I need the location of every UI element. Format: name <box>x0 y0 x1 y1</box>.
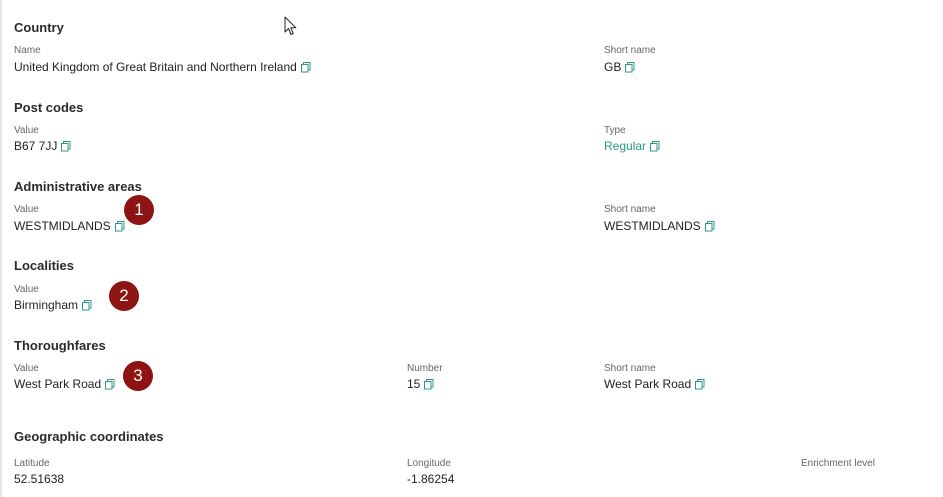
admin-short-value: WESTMIDLANDS <box>604 219 701 233</box>
country-name-value: United Kingdom of Great Britain and Nort… <box>14 60 297 74</box>
admin-short-label: Short name <box>604 204 656 215</box>
enrichment-level-label: Enrichment level <box>801 458 875 469</box>
thoroughfare-field: West Park Road <box>14 377 115 391</box>
admin-field: WESTMIDLANDS <box>14 219 125 233</box>
copy-icon[interactable] <box>300 61 311 73</box>
thoroughfare-short-label: Short name <box>604 363 656 374</box>
longitude-field: -1.86254 <box>407 472 454 486</box>
postcode-value: B67 7JJ <box>14 139 58 153</box>
copy-icon[interactable] <box>695 378 705 390</box>
longitude-label: Longitude <box>407 458 451 469</box>
section-title-thoroughfares: Thoroughfares <box>14 338 106 353</box>
latitude-value: 52.51638 <box>14 472 65 486</box>
postcode-type-field: Regular <box>604 139 660 153</box>
copy-icon[interactable] <box>114 220 125 232</box>
latitude-field: 52.51638 <box>14 472 64 486</box>
longitude-value: -1.86254 <box>407 472 455 486</box>
thoroughfare-short-value: West Park Road <box>604 377 692 391</box>
locality-value-label: Value <box>14 284 39 295</box>
admin-short-field: WESTMIDLANDS <box>604 219 715 233</box>
annotation-badge-3: 3 <box>123 361 153 391</box>
thoroughfare-value-label: Value <box>14 363 39 374</box>
thoroughfare-number-field: 15 <box>407 377 434 391</box>
annotation-badge-2: 2 <box>109 281 139 311</box>
thoroughfare-short-field: West Park Road <box>604 377 705 391</box>
admin-value-label: Value <box>14 204 39 215</box>
locality-value: Birmingham <box>14 298 79 312</box>
thoroughfare-number-value: 15 <box>407 377 421 391</box>
thoroughfare-number-label: Number <box>407 363 443 374</box>
copy-icon[interactable] <box>650 140 660 152</box>
section-title-localities: Localities <box>14 258 74 273</box>
left-border <box>0 0 2 497</box>
copy-icon[interactable] <box>61 140 71 152</box>
copy-icon[interactable] <box>82 299 92 311</box>
country-short-label: Short name <box>604 45 656 56</box>
copy-icon[interactable] <box>105 378 115 390</box>
section-title-postcodes: Post codes <box>14 100 84 115</box>
country-name-label: Name <box>14 45 41 56</box>
thoroughfare-value: West Park Road <box>14 377 102 391</box>
section-title-country: Country <box>14 20 64 35</box>
country-name-field: United Kingdom of Great Britain and Nort… <box>14 60 311 74</box>
postcode-type-label: Type <box>604 125 626 136</box>
country-short-field: GB <box>604 60 635 74</box>
country-short-value: GB <box>604 60 622 74</box>
copy-icon[interactable] <box>424 378 434 390</box>
annotation-badge-1: 1 <box>124 195 154 225</box>
copy-icon[interactable] <box>704 220 715 232</box>
postcode-field: B67 7JJ <box>14 139 71 153</box>
locality-field: Birmingham <box>14 298 92 312</box>
postcode-type-value[interactable]: Regular <box>604 139 646 153</box>
admin-value: WESTMIDLANDS <box>14 219 111 233</box>
section-title-geo: Geographic coordinates <box>14 429 164 444</box>
postcode-value-label: Value <box>14 125 39 136</box>
copy-icon[interactable] <box>625 61 635 73</box>
latitude-label: Latitude <box>14 458 50 469</box>
mouse-pointer-icon <box>284 16 298 41</box>
section-title-admin-areas: Administrative areas <box>14 179 142 194</box>
